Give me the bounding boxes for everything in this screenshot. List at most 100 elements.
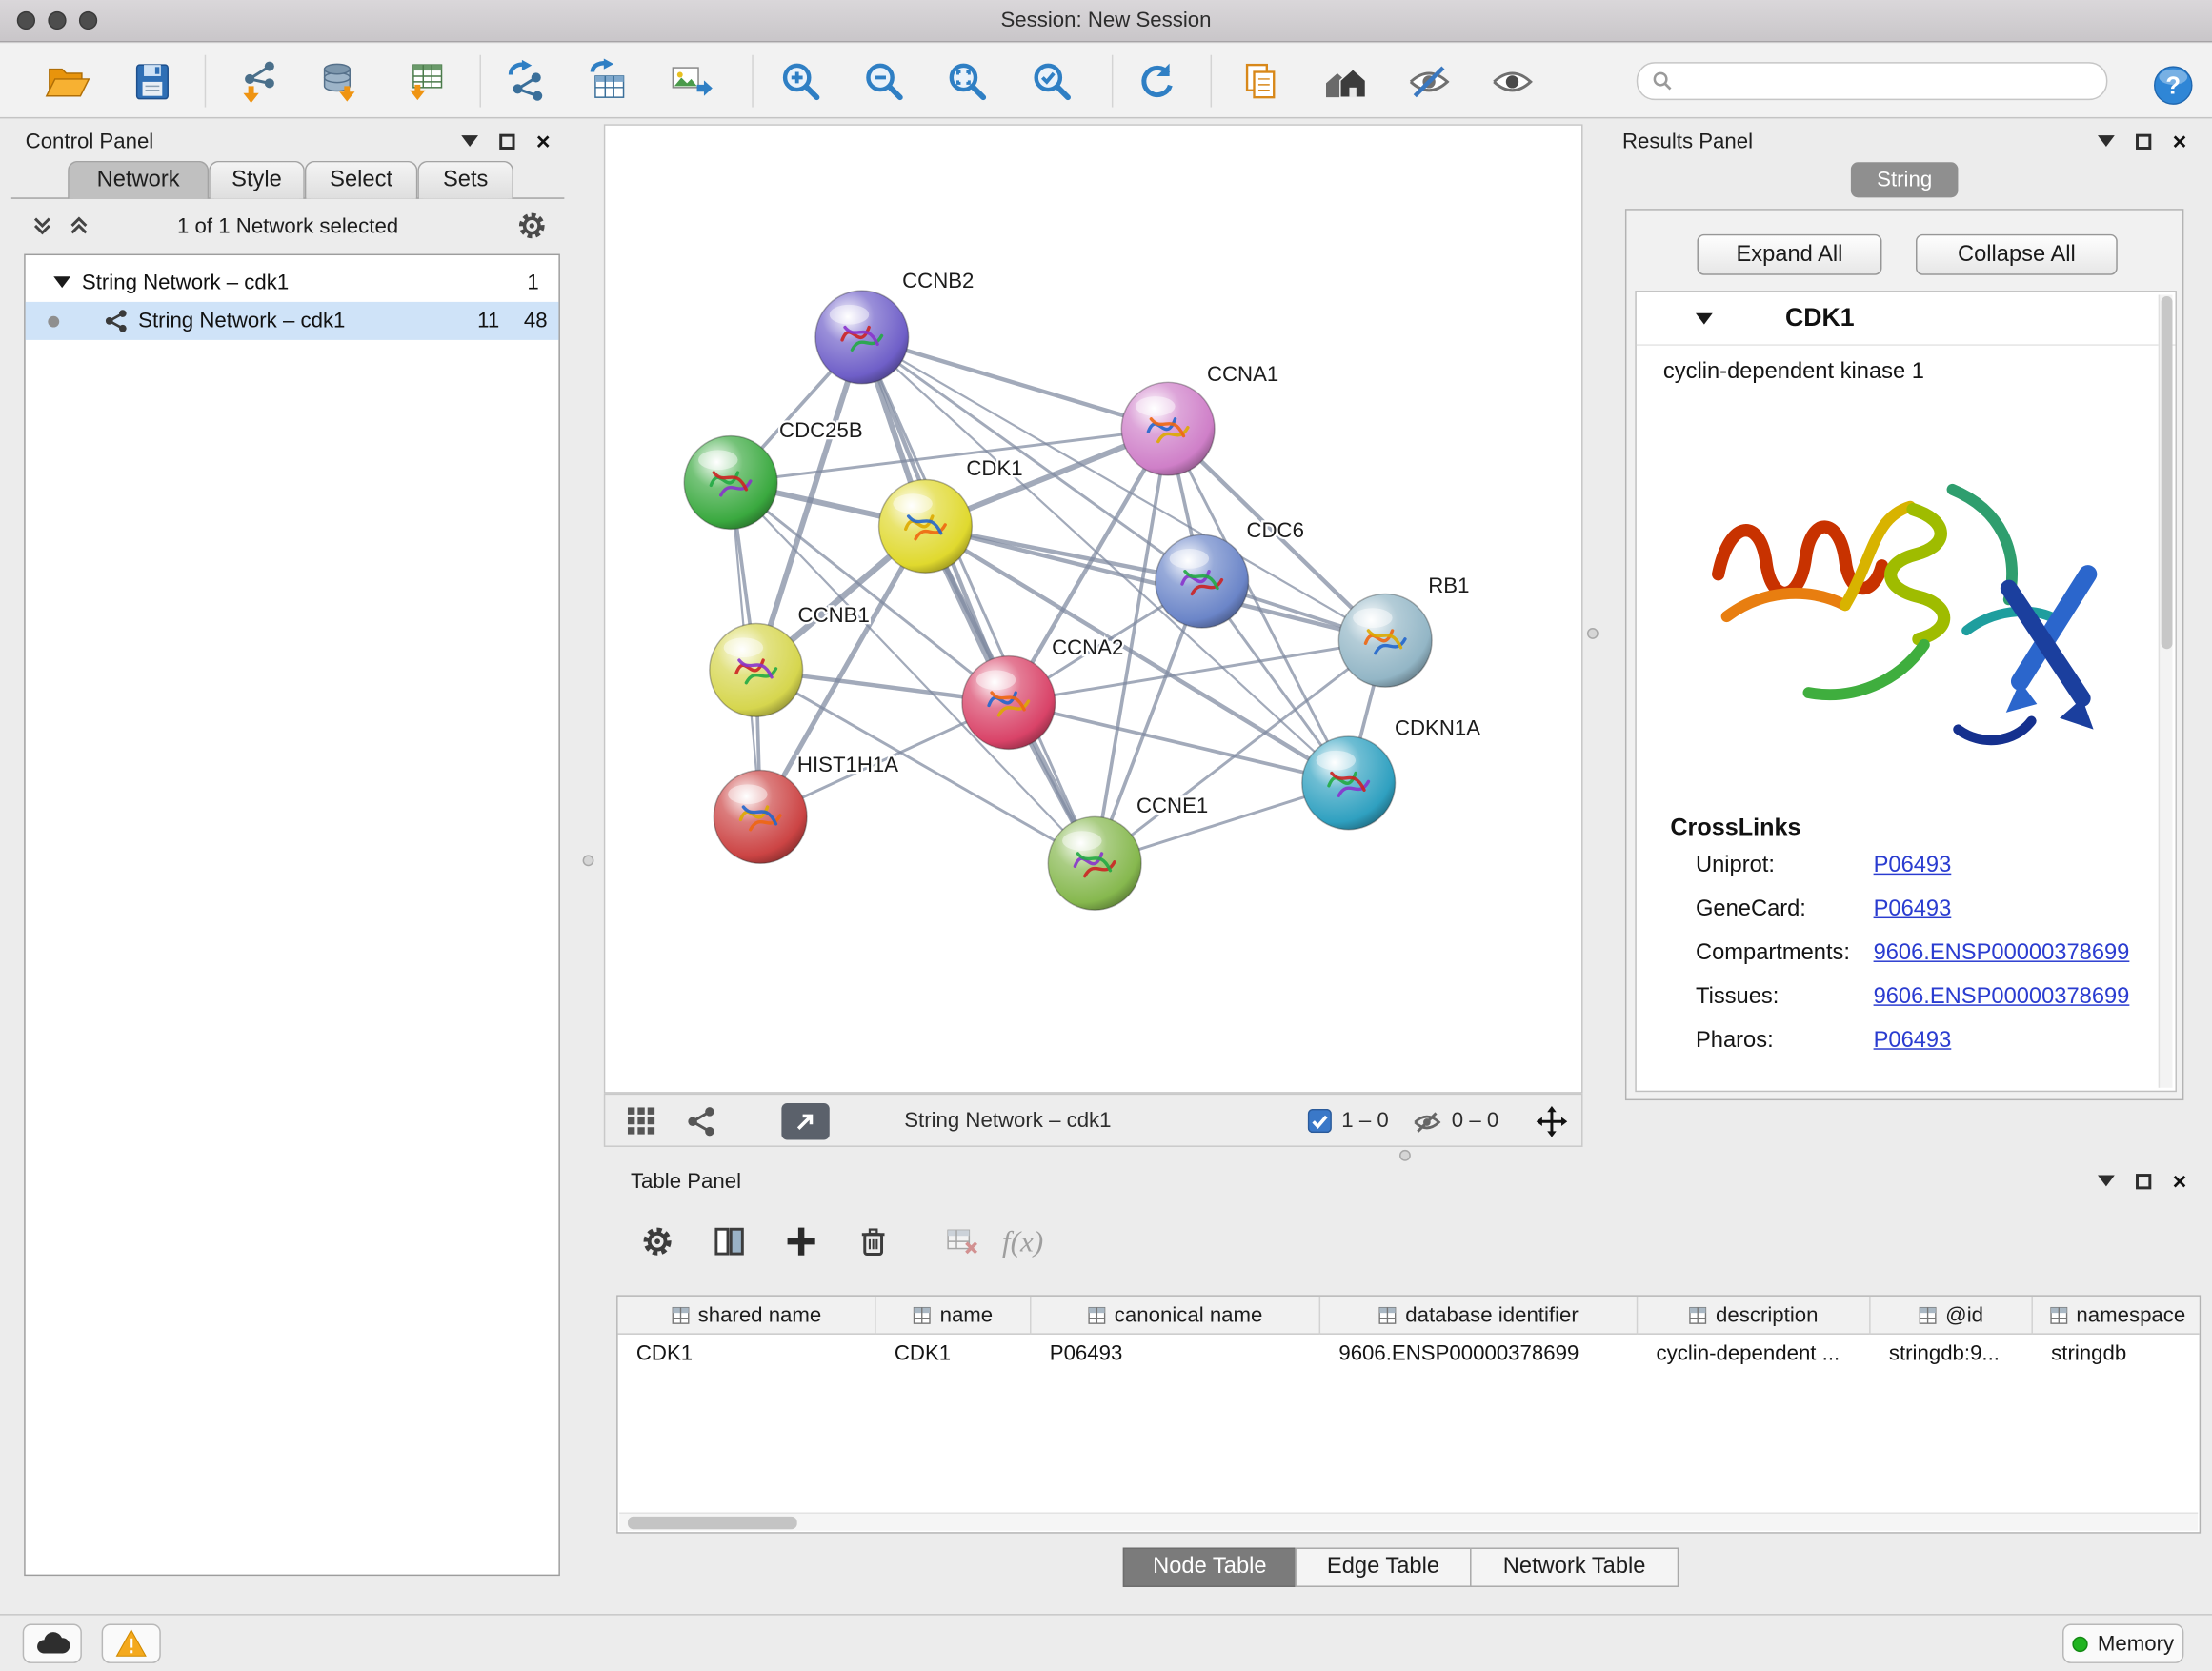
column-header[interactable]: @id: [1871, 1297, 2033, 1335]
network-view-icon[interactable]: [686, 1106, 717, 1144]
network-canvas[interactable]: CCNB2CCNA1CDC25BCDK1CDC6RB1CCNB1CCNA2CDK…: [604, 124, 1583, 1093]
tab-select[interactable]: Select: [305, 161, 417, 199]
hide-graphics-details-icon[interactable]: [1403, 56, 1454, 107]
zoom-fit-icon[interactable]: [942, 56, 993, 107]
column-header[interactable]: name: [876, 1297, 1032, 1335]
network-node-cdk1[interactable]: [879, 479, 973, 573]
export-image-icon[interactable]: [666, 56, 716, 107]
zoom-in-icon[interactable]: [775, 56, 826, 107]
network-collection-row[interactable]: String Network – cdk1 1: [26, 264, 559, 302]
delete-table-icon[interactable]: [941, 1220, 983, 1262]
search-input[interactable]: [1683, 70, 2092, 92]
network-options-gear-icon[interactable]: [516, 211, 548, 249]
scrollbar-thumb[interactable]: [2162, 296, 2173, 649]
entry-collapse-icon[interactable]: [1696, 313, 1713, 325]
expand-all-button[interactable]: Expand All: [1697, 234, 1881, 275]
delete-column-trash-icon[interactable]: [852, 1220, 894, 1262]
tab-network[interactable]: Network: [68, 161, 209, 199]
tree-expand-icon[interactable]: [53, 276, 70, 288]
tab-sets[interactable]: Sets: [417, 161, 513, 199]
crosslink-link[interactable]: 9606.ENSP00000378699: [1874, 941, 2130, 967]
column-header[interactable]: canonical name: [1032, 1297, 1321, 1335]
new-network-icon[interactable]: [501, 56, 552, 107]
panel-menu-icon[interactable]: [2098, 135, 2115, 147]
crosslink-link[interactable]: P06493: [1874, 854, 1952, 879]
column-header[interactable]: description: [1638, 1297, 1870, 1335]
birdseye-view-icon[interactable]: [627, 1106, 658, 1144]
panel-menu-icon[interactable]: [461, 135, 478, 147]
crosslink-link[interactable]: 9606.ENSP00000378699: [1874, 985, 2130, 1011]
tab-style[interactable]: Style: [209, 161, 305, 199]
panel-close-icon[interactable]: ×: [2173, 129, 2187, 152]
tab-network-table[interactable]: Network Table: [1470, 1548, 1679, 1587]
collapse-all-button[interactable]: Collapse All: [1916, 234, 2118, 275]
show-graphics-details-icon[interactable]: [1487, 56, 1538, 107]
right-splitter-handle[interactable]: [1587, 628, 1599, 639]
save-session-icon[interactable]: [127, 56, 177, 107]
pan-mode-icon[interactable]: [1537, 1106, 1568, 1144]
scrollbar-thumb[interactable]: [628, 1517, 797, 1529]
network-node-cdc6[interactable]: [1156, 534, 1249, 628]
copy-icon[interactable]: [1236, 56, 1286, 107]
horizontal-splitter-handle[interactable]: [1399, 1150, 1411, 1161]
panel-float-icon[interactable]: [499, 133, 514, 149]
network-node-ccnb1[interactable]: [710, 624, 803, 717]
cell-name[interactable]: CDK1: [876, 1335, 1032, 1373]
network-node-ccnb2[interactable]: [815, 291, 909, 384]
cell-canonical-name[interactable]: P06493: [1032, 1335, 1321, 1373]
table-settings-gear-icon[interactable]: [636, 1220, 678, 1262]
cell-database-identifier[interactable]: 9606.ENSP00000378699: [1320, 1335, 1638, 1373]
open-session-icon[interactable]: [41, 56, 91, 107]
column-header[interactable]: shared name: [618, 1297, 876, 1335]
cell-description[interactable]: cyclin-dependent ...: [1638, 1335, 1870, 1373]
network-node-ccna1[interactable]: [1121, 382, 1215, 475]
column-header[interactable]: database identifier: [1320, 1297, 1638, 1335]
new-table-icon[interactable]: [583, 56, 633, 107]
tab-edge-table[interactable]: Edge Table: [1295, 1548, 1471, 1587]
crosslink-link[interactable]: P06493: [1874, 1029, 1952, 1055]
zoom-selected-icon[interactable]: [1027, 56, 1077, 107]
panel-float-icon[interactable]: [2136, 133, 2151, 149]
panel-menu-icon[interactable]: [2098, 1176, 2115, 1187]
import-table-file-icon[interactable]: [401, 56, 452, 107]
network-node-ccne1[interactable]: [1048, 816, 1141, 910]
refresh-icon[interactable]: [1132, 56, 1182, 107]
network-edge[interactable]: [862, 337, 1095, 863]
network-node-hist1h1a[interactable]: [714, 771, 807, 864]
tab-node-table[interactable]: Node Table: [1123, 1548, 1297, 1587]
panel-float-icon[interactable]: [2136, 1173, 2151, 1188]
zoom-out-icon[interactable]: [859, 56, 910, 107]
network-node-rb1[interactable]: [1338, 594, 1432, 687]
tab-string[interactable]: String: [1851, 162, 1959, 197]
panel-close-icon[interactable]: ×: [2173, 1169, 2187, 1193]
left-splitter-handle[interactable]: [583, 855, 594, 866]
show-columns-icon[interactable]: [708, 1220, 750, 1262]
cell-id[interactable]: stringdb:9...: [1871, 1335, 2033, 1373]
network-row[interactable]: String Network – cdk1 11 48: [26, 302, 559, 340]
results-scrollbar[interactable]: [2159, 294, 2173, 1087]
network-edge[interactable]: [862, 337, 1168, 429]
warnings-button[interactable]: [102, 1623, 161, 1662]
home-icon[interactable]: [1320, 56, 1371, 107]
detach-view-button[interactable]: [781, 1103, 829, 1140]
hidden-eye-slash-icon[interactable]: [1412, 1107, 1441, 1144]
table-row[interactable]: CDK1 CDK1 P06493 9606.ENSP00000378699 cy…: [618, 1335, 2200, 1373]
panel-close-icon[interactable]: ×: [536, 129, 551, 152]
import-network-file-icon[interactable]: [234, 56, 285, 107]
gene-entry-header[interactable]: CDK1: [1637, 292, 2176, 346]
network-node-ccna2[interactable]: [962, 656, 1056, 750]
network-node-cdkn1a[interactable]: [1302, 736, 1396, 830]
import-network-database-icon[interactable]: [314, 56, 365, 107]
table-horizontal-scrollbar[interactable]: [619, 1512, 2198, 1530]
crosslink-link[interactable]: P06493: [1874, 897, 1952, 923]
column-header[interactable]: namespace: [2033, 1297, 2202, 1335]
create-column-plus-icon[interactable]: [780, 1220, 822, 1262]
cloud-status-button[interactable]: [23, 1623, 82, 1662]
cell-namespace[interactable]: stringdb: [2033, 1335, 2202, 1373]
selected-checkbox-icon[interactable]: [1308, 1109, 1332, 1140]
function-builder-button[interactable]: f(x): [992, 1220, 1054, 1262]
network-node-cdc25b[interactable]: [684, 436, 777, 530]
cell-shared-name[interactable]: CDK1: [618, 1335, 876, 1373]
help-icon[interactable]: ?: [2147, 59, 2198, 110]
memory-button[interactable]: Memory: [2062, 1623, 2183, 1662]
